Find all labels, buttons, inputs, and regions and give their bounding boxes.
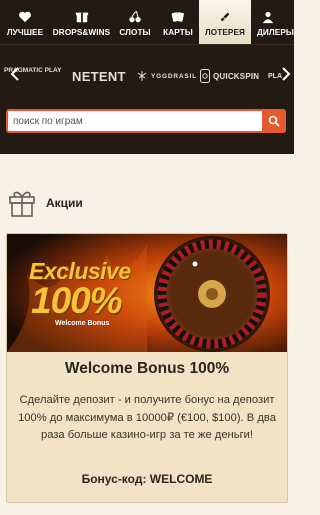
provider-netent[interactable]: NETENT (72, 66, 126, 86)
provider-carousel: PRAGMATIC PLAY NETENT YGGDRASIL QUICKSPI… (0, 44, 294, 106)
carousel-next-button[interactable] (278, 65, 294, 83)
provider-label: QUICKSPIN (213, 71, 260, 81)
lottery-icon (220, 12, 230, 22)
search-input[interactable] (8, 111, 262, 131)
promo-card[interactable]: Exclusive 100% Welcome Bonus Welcome Bon… (6, 233, 288, 503)
dealer-icon (262, 11, 274, 24)
search-box (6, 109, 286, 133)
nav-item-label: СЛОТЫ (119, 28, 151, 37)
gift-icon (9, 191, 35, 217)
chevron-right-icon (282, 67, 291, 81)
nav-item-lottery[interactable]: ЛОТЕРЕЯ (199, 0, 251, 44)
nav-item-best[interactable]: ЛУЧШЕЕ (0, 0, 50, 44)
nav-item-dealers[interactable]: ДИЛЕРЫ (251, 0, 294, 44)
nav-item-label: ЛОТЕРЕЯ (204, 28, 246, 37)
cherry-icon (129, 10, 141, 23)
carousel-prev-button[interactable] (6, 65, 24, 83)
search-button[interactable] (262, 109, 286, 133)
nav-item-label: ЛУЧШЕЕ (6, 28, 44, 37)
chevron-left-icon (10, 67, 19, 81)
drops-icon (75, 12, 88, 23)
provider-label: NETENT (72, 68, 126, 84)
yggdrasil-logo-icon (137, 71, 147, 81)
provider-track: PRAGMATIC PLAY NETENT YGGDRASIL QUICKSPI… (0, 45, 294, 106)
nav-item-cards[interactable]: КАРТЫ (157, 0, 199, 44)
category-nav: ЛУЧШЕЕ DROPS&WINS СЛОТЫ КАРТЫ ЛОТЕРЕЯ ДИ… (0, 0, 294, 44)
promo-banner[interactable]: Exclusive 100% Welcome Bonus (7, 234, 287, 352)
provider-quickspin[interactable]: QUICKSPIN (200, 66, 259, 86)
nav-item-label: ДИЛЕРЫ (257, 28, 294, 37)
nav-item-label: DROPS&WINS (52, 28, 111, 37)
provider-yggdrasil[interactable]: YGGDRASIL (136, 66, 197, 86)
nav-item-drops-wins[interactable]: DROPS&WINS (50, 0, 113, 44)
quickspin-logo-icon (200, 69, 210, 83)
search-icon (268, 115, 280, 127)
search-bar (0, 106, 294, 154)
section-title: Акции (46, 196, 83, 210)
promo-title: Welcome Bonus 100% (64, 360, 230, 377)
heart-icon (19, 11, 31, 23)
cards-icon (171, 12, 184, 22)
banner-percent-text: 100% (31, 280, 123, 321)
promo-description: Сделайте депозит - и получите бонус на д… (18, 394, 276, 441)
nav-item-slots[interactable]: СЛОТЫ (113, 0, 157, 44)
promo-bonus-code: Бонус-код: WELCOME (81, 472, 213, 486)
nav-item-label: КАРТЫ (163, 28, 193, 37)
banner-subtitle: Welcome Bonus (55, 320, 110, 327)
provider-label: YGGDRASIL (151, 72, 197, 80)
promotions-header: Акции (8, 186, 83, 220)
